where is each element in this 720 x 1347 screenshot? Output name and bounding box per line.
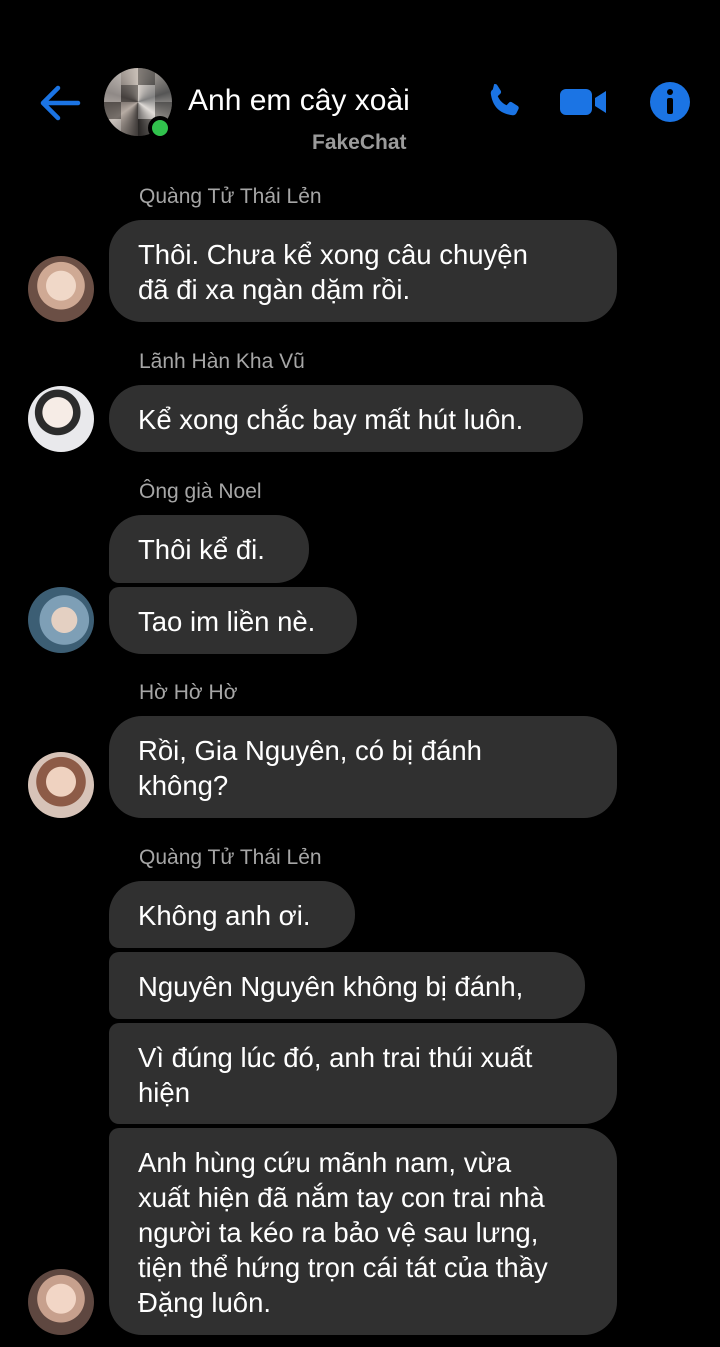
message-text: Không anh ơi. [138,900,311,931]
avatar[interactable] [28,1269,94,1335]
back-arrow-icon[interactable] [36,80,82,126]
message-bubble[interactable]: Vì đúng lúc đó, anh trai thúi xuất hiện [109,1023,617,1124]
video-camera-icon[interactable] [558,80,608,124]
avatar[interactable] [28,386,94,452]
message-bubble[interactable]: Tao im liền nè. [109,587,357,654]
message-text: Vì đúng lúc đó, anh trai thúi xuất hiện [138,1042,533,1108]
message-bubble[interactable]: Thôi kể đi. [109,515,309,583]
message-text: Anh hùng cứu mãnh nam, vừa xuất hiện đã … [138,1147,548,1318]
sender-name: Ông già Noel [139,480,262,503]
message-bubble[interactable]: Nguyên Nguyên không bị đánh, [109,952,585,1019]
message-bubble[interactable]: Thôi. Chưa kể xong câu chuyện đã đi xa n… [109,220,617,322]
message-bubble[interactable]: Kể xong chắc bay mất hút luôn. [109,385,583,452]
message-text: Tao im liền nè. [138,606,316,637]
sender-name: Quàng Tử Thái Lẻn [139,185,322,208]
message-bubble[interactable]: Anh hùng cứu mãnh nam, vừa xuất hiện đã … [109,1128,617,1335]
avatar[interactable] [28,752,94,818]
message-text: Kể xong chắc bay mất hút luôn. [138,404,524,435]
chat-header: Anh em cây xoài FakeChat [0,0,720,170]
message-text: Thôi kể đi. [138,534,265,565]
message-bubble[interactable]: Không anh ơi. [109,881,355,948]
chat-subtitle: FakeChat [312,131,407,154]
sender-name: Hờ Hờ Hờ [139,681,238,704]
message-text: Rồi, Gia Nguyên, có bị đánh không? [138,735,482,801]
sender-name: Quàng Tử Thái Lẻn [139,846,322,869]
message-text: Nguyên Nguyên không bị đánh, [138,971,524,1002]
chat-title[interactable]: Anh em cây xoài [188,84,410,118]
message-bubble[interactable]: Rồi, Gia Nguyên, có bị đánh không? [109,716,617,818]
message-text: Thôi. Chưa kể xong câu chuyện đã đi xa n… [138,239,528,305]
avatar[interactable] [28,256,94,322]
info-icon[interactable] [648,80,692,124]
avatar[interactable] [28,587,94,653]
phone-icon[interactable] [482,80,526,124]
sender-name: Lãnh Hàn Kha Vũ [139,350,305,373]
online-status-dot [148,116,172,140]
